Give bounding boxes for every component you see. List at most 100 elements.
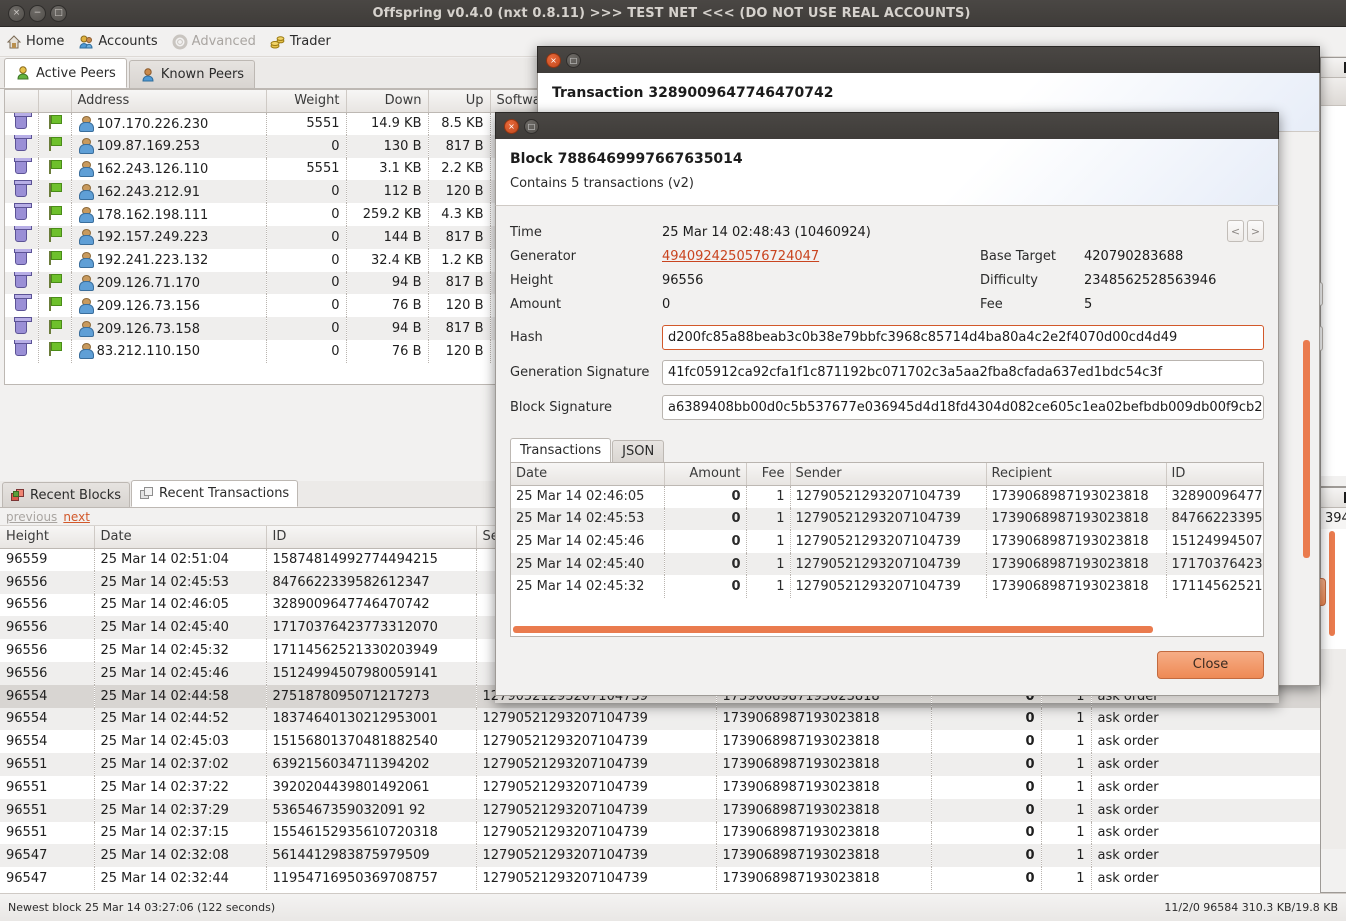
pager-next-link[interactable]: next bbox=[63, 510, 90, 524]
delete-peer-button[interactable] bbox=[5, 157, 39, 181]
peer-flag-cell[interactable] bbox=[38, 203, 72, 226]
block-transactions-table-container[interactable]: Date Amount Fee Sender Recipient ID 25 M… bbox=[510, 462, 1264, 637]
previous-block-button[interactable]: < bbox=[1227, 220, 1244, 242]
peers-col-up[interactable]: Up bbox=[428, 90, 491, 113]
table-row[interactable]: 25 Mar 14 02:45:53 0 1 12790521293207104739… bbox=[511, 507, 1263, 531]
next-block-button[interactable]: > bbox=[1247, 220, 1264, 242]
table-row[interactable]: 96554 25 Mar 14 02:44:52 18374640130212953… bbox=[0, 707, 1346, 731]
tab-block-transactions[interactable]: Transactions bbox=[510, 438, 612, 462]
delete-peer-button[interactable] bbox=[5, 294, 39, 318]
tab-recent-blocks[interactable]: Recent Blocks bbox=[2, 482, 130, 507]
block-tx-col-amount[interactable]: Amount bbox=[664, 463, 747, 486]
table-row[interactable]: 96551 25 Mar 14 02:37:22 39202044398014920… bbox=[0, 775, 1346, 799]
table-row[interactable]: 96551 25 Mar 14 02:37:29 5365467359032091 … bbox=[0, 798, 1346, 822]
delete-peer-button[interactable] bbox=[5, 225, 39, 249]
peers-col-weight[interactable]: Weight bbox=[266, 90, 347, 113]
delete-peer-button[interactable] bbox=[5, 203, 39, 226]
block-dialog-title: Block 7886469997667635014 bbox=[510, 151, 743, 167]
bottom-id-cell: 18374640130212953001 bbox=[266, 707, 477, 731]
table-row[interactable]: 25 Mar 14 02:46:05 0 1 12790521293207104739… bbox=[511, 485, 1263, 508]
peer-flag-cell[interactable] bbox=[38, 134, 72, 158]
menu-item-advanced-label: Advanced bbox=[191, 34, 256, 49]
maximize-icon[interactable]: □ bbox=[566, 52, 581, 68]
maximize-icon[interactable]: □ bbox=[524, 118, 539, 134]
menu-item-accounts-label: Accounts bbox=[98, 34, 158, 49]
peer-flag-cell[interactable] bbox=[38, 180, 72, 204]
pager-previous-link[interactable]: previous bbox=[6, 510, 57, 524]
delete-peer-button[interactable] bbox=[5, 271, 39, 295]
delete-peer-button[interactable] bbox=[5, 317, 39, 340]
block-hash-input[interactable]: d200fc85a88beab3c0b38e79bbfc3968c85714d4… bbox=[662, 325, 1264, 350]
table-row[interactable]: 25 Mar 14 02:45:32 0 1 12790521293207104739… bbox=[511, 575, 1263, 598]
peer-flag-cell[interactable] bbox=[38, 339, 72, 363]
flag-icon bbox=[48, 273, 62, 288]
peers-col-down[interactable]: Down bbox=[346, 90, 429, 113]
table-row[interactable]: 96547 25 Mar 14 02:32:44 11954716950369708… bbox=[0, 867, 1346, 890]
peer-flag-cell[interactable] bbox=[38, 248, 72, 272]
maximize-icon[interactable]: □ bbox=[50, 4, 67, 22]
close-icon[interactable]: × bbox=[504, 118, 519, 134]
close-icon[interactable]: × bbox=[546, 52, 561, 68]
bottom-type-cell: ask order bbox=[1091, 867, 1346, 890]
delete-peer-button[interactable] bbox=[5, 248, 39, 272]
block-dialog-side-scrollbar[interactable] bbox=[1303, 340, 1310, 558]
flag-icon bbox=[48, 342, 62, 357]
table-row[interactable]: 25 Mar 14 02:45:40 0 1 12790521293207104739… bbox=[511, 552, 1263, 576]
peers-col-address[interactable]: Address bbox=[71, 90, 267, 113]
peer-address-cell: 109.87.169.253 bbox=[71, 134, 267, 158]
block-gensig-input[interactable]: 41fc05912ca92cfa1f1c871192bc071702c3a5aa… bbox=[662, 360, 1264, 385]
table-row[interactable]: 96551 25 Mar 14 02:37:15 15546152935610720… bbox=[0, 821, 1346, 845]
tab-known-peers[interactable]: Known Peers bbox=[128, 60, 256, 88]
delete-peer-button[interactable] bbox=[5, 134, 39, 158]
close-button[interactable]: Close bbox=[1157, 651, 1264, 679]
block-tx-col-id[interactable]: ID bbox=[1166, 463, 1263, 486]
peers-col-delete[interactable] bbox=[5, 90, 39, 113]
bottom-col-id[interactable]: ID bbox=[266, 526, 477, 549]
background-scrollbar-thumb[interactable] bbox=[1329, 531, 1335, 636]
background-window-lower[interactable]: 394 bbox=[1320, 487, 1346, 893]
block-fee-row: Fee 5 bbox=[980, 292, 1092, 316]
table-row[interactable]: 96551 25 Mar 14 02:37:02 63921560347113942… bbox=[0, 753, 1346, 776]
close-icon[interactable]: × bbox=[8, 4, 25, 22]
table-row[interactable]: 96547 25 Mar 14 02:32:08 56144129838759795… bbox=[0, 844, 1346, 868]
block-tx-horizontal-scrollbar[interactable] bbox=[513, 626, 1153, 633]
menu-item-trader[interactable]: Trader bbox=[270, 34, 331, 50]
block-generator-value[interactable]: 4940924250576724047 bbox=[662, 249, 819, 264]
block-tx-col-recipient[interactable]: Recipient bbox=[986, 463, 1167, 486]
block-dialog-header: Block 7886469997667635014 Contains 5 tra… bbox=[495, 139, 1279, 205]
trash-icon bbox=[14, 203, 33, 220]
table-row[interactable]: 25 Mar 14 02:45:46 0 1 12790521293207104739… bbox=[511, 530, 1263, 553]
tab-block-json[interactable]: JSON bbox=[612, 440, 665, 462]
bottom-fee-cell: 1 bbox=[1041, 753, 1092, 776]
block-tx-col-fee[interactable]: Fee bbox=[746, 463, 791, 486]
bottom-col-height[interactable]: Height bbox=[0, 526, 95, 549]
block-tx-amount-cell: 0 bbox=[664, 575, 747, 598]
delete-peer-button[interactable] bbox=[5, 339, 39, 363]
peer-flag-cell[interactable] bbox=[38, 112, 72, 135]
background-window-upper[interactable] bbox=[1320, 57, 1346, 487]
block-tx-col-sender[interactable]: Sender bbox=[790, 463, 987, 486]
peer-flag-cell[interactable] bbox=[38, 157, 72, 181]
peer-flag-cell[interactable] bbox=[38, 225, 72, 249]
menu-item-home[interactable]: Home bbox=[6, 34, 64, 50]
peer-flag-cell[interactable] bbox=[38, 317, 72, 340]
table-row[interactable]: 96554 25 Mar 14 02:45:03 15156801370481882… bbox=[0, 730, 1346, 754]
peers-col-flag[interactable] bbox=[38, 90, 72, 113]
bottom-id-cell: 15546152935610720318 bbox=[266, 821, 477, 845]
peer-address-cell: 192.157.249.223 bbox=[71, 225, 267, 249]
delete-peer-button[interactable] bbox=[5, 112, 39, 135]
peer-flag-cell[interactable] bbox=[38, 271, 72, 295]
minimize-icon[interactable]: − bbox=[29, 4, 46, 22]
block-blocksig-input[interactable]: a6389408bb00d0c5b537677e036945d4d18fd430… bbox=[662, 395, 1264, 420]
block-tx-date-cell: 25 Mar 14 02:45:32 bbox=[511, 575, 665, 598]
block-tx-col-date[interactable]: Date bbox=[511, 463, 665, 486]
bottom-col-date[interactable]: Date bbox=[94, 526, 267, 549]
menu-item-accounts[interactable]: Accounts bbox=[78, 34, 158, 50]
delete-peer-button[interactable] bbox=[5, 180, 39, 204]
tab-active-peers[interactable]: Active Peers bbox=[4, 58, 127, 88]
peer-flag-cell[interactable] bbox=[38, 294, 72, 318]
block-dialog[interactable]: × □ Block 7886469997667635014 Contains 5… bbox=[495, 112, 1279, 703]
block-generator-label: Generator bbox=[510, 248, 577, 264]
flag-icon bbox=[48, 137, 62, 152]
tab-recent-transactions[interactable]: Recent Transactions bbox=[131, 480, 299, 507]
